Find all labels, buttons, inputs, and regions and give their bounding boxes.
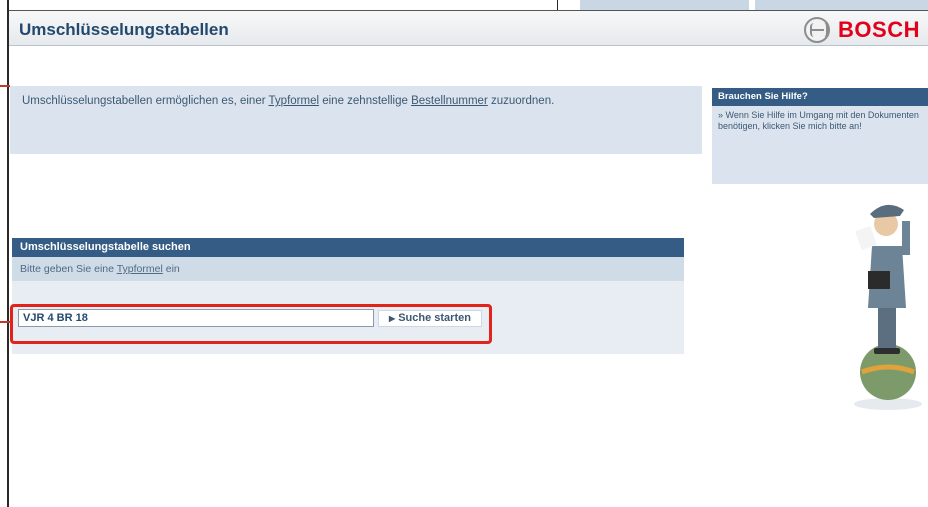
mascot-cap — [870, 204, 904, 218]
help-text[interactable]: » Wenn Sie Hilfe im Umgang mit den Dokum… — [712, 106, 928, 136]
annotation-pointer-line-top — [0, 85, 10, 87]
mascot-arm — [902, 221, 910, 255]
intro-text-part3: zuzuordnen. — [487, 95, 555, 107]
page-header: Umschlüsselungstabellen BOSCH — [9, 10, 928, 46]
top-tab-strip — [559, 0, 928, 10]
search-hint-typformel-link[interactable]: Typformel — [117, 263, 163, 275]
annotation-highlight-box — [10, 304, 492, 344]
help-title: Brauchen Sie Hilfe? — [712, 88, 928, 106]
bestellnummer-link[interactable]: Bestellnummer — [411, 95, 488, 107]
intro-text: Umschlüsselungstabellen ermöglichen es, … — [22, 94, 682, 109]
brand[interactable]: BOSCH — [804, 17, 920, 43]
mascot-bag — [868, 271, 890, 289]
top-tab-1[interactable] — [579, 0, 749, 10]
left-frame-line — [7, 0, 9, 507]
mascot-legs — [878, 306, 896, 350]
typformel-link[interactable]: Typformel — [269, 95, 320, 107]
bosch-logo-icon — [804, 17, 831, 43]
search-hint: Bitte geben Sie eine Typformel ein — [12, 257, 684, 281]
search-panel-title: Umschlüsselungstabelle suchen — [12, 238, 684, 257]
intro-text-part2: eine zehnstellige — [319, 95, 412, 107]
mascot-shoes — [874, 348, 900, 354]
search-hint-part2: ein — [162, 263, 180, 275]
top-tab-2[interactable] — [754, 0, 928, 10]
brand-name: BOSCH — [838, 17, 920, 42]
page-title: Umschlüsselungstabellen — [19, 20, 229, 39]
intro-text-part1: Umschlüsselungstabellen ermöglichen es, … — [22, 95, 269, 107]
top-left-frame — [0, 0, 558, 10]
search-hint-part1: Bitte geben Sie eine — [20, 263, 117, 275]
mascot-figure[interactable] — [828, 176, 928, 436]
help-box[interactable]: Brauchen Sie Hilfe? » Wenn Sie Hilfe im … — [712, 88, 928, 184]
intro-box: Umschlüsselungstabellen ermöglichen es, … — [10, 86, 702, 154]
